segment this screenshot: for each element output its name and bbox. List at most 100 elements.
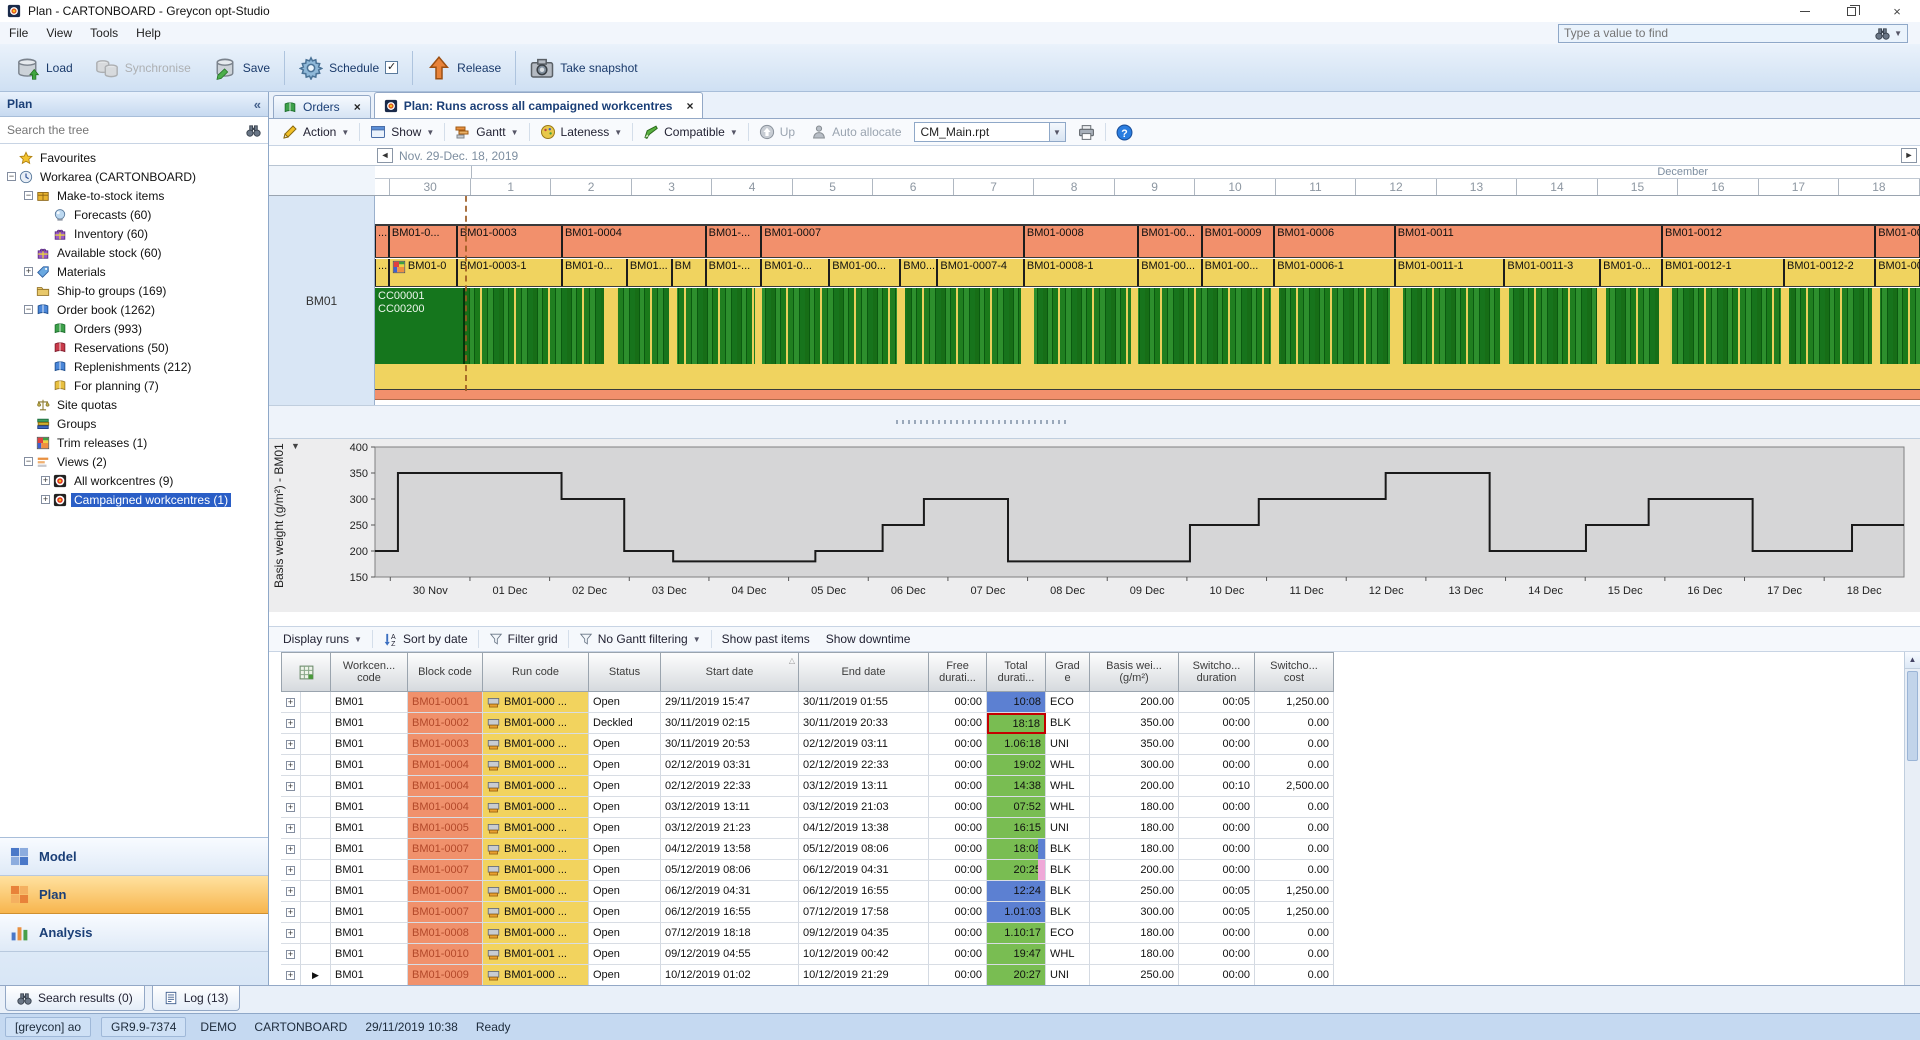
help-button[interactable]: ? <box>1108 121 1141 144</box>
row-expand-button[interactable]: + <box>281 755 301 776</box>
bottom-tab-log[interactable]: Log (13) <box>152 986 241 1011</box>
table-row[interactable]: +BM01BM01-0010BM01-001 ...Open09/12/2019… <box>281 944 1334 965</box>
gantt-button[interactable]: Gantt▼ <box>447 121 526 143</box>
tree-item-ship-to-groups-169[interactable]: Ship-to groups (169) <box>0 281 268 300</box>
save-button[interactable]: Save <box>202 50 281 86</box>
menu-tools[interactable]: Tools <box>81 23 127 43</box>
close-tab-icon[interactable]: × <box>686 99 693 113</box>
gantt-block[interactable]: BM01-00... <box>829 259 900 286</box>
row-selector[interactable] <box>301 692 331 713</box>
report-select[interactable]: CM_Main.rpt▼ <box>914 122 1066 142</box>
nav-model[interactable]: Model <box>0 838 268 876</box>
tree-item-replenishments-212[interactable]: Replenishments (212) <box>0 357 268 376</box>
gantt-block[interactable]: BM01-0008 <box>1024 226 1138 257</box>
gantt-block[interactable]: BM01-0003-1 <box>457 259 562 286</box>
column-header-basis[interactable]: Basis wei... (g/m²) <box>1090 652 1179 692</box>
column-header-swcost[interactable]: Switcho... cost <box>1255 652 1334 692</box>
gantt-block[interactable]: BM01-0011 <box>1395 226 1662 257</box>
row-selector[interactable] <box>301 713 331 734</box>
tree-item-materials[interactable]: +Materials <box>0 262 268 281</box>
table-row[interactable]: +BM01BM01-0007BM01-000 ...Open06/12/2019… <box>281 881 1334 902</box>
menu-help[interactable]: Help <box>127 23 170 43</box>
row-selector[interactable] <box>301 902 331 923</box>
table-row[interactable]: +BM01BM01-0007BM01-000 ...Open04/12/2019… <box>281 839 1334 860</box>
gantt-block[interactable]: BM01-00... <box>1875 226 1920 257</box>
gantt-block[interactable]: BM01-00... <box>1875 259 1920 286</box>
print-button[interactable] <box>1070 121 1103 144</box>
table-row[interactable]: +BM01BM01-0002BM01-000 ...Deckled30/11/2… <box>281 713 1334 734</box>
row-expand-button[interactable]: + <box>281 692 301 713</box>
gantt-row-label[interactable]: BM01 <box>269 196 375 405</box>
row-expand-button[interactable]: + <box>281 965 301 985</box>
gantt-block[interactable]: BM01-0012-1 <box>1662 259 1784 286</box>
column-header-status[interactable]: Status <box>589 652 661 692</box>
compatible-button[interactable]: Compatible▼ <box>635 121 746 143</box>
column-header-free[interactable]: Free durati... <box>929 652 987 692</box>
chevron-down-icon[interactable]: ▼ <box>1894 29 1902 38</box>
synchronise-button[interactable]: Synchronise <box>84 50 202 86</box>
menu-file[interactable]: File <box>0 23 37 43</box>
gantt-block[interactable]: BM01-0009 <box>1202 226 1275 257</box>
row-selector[interactable] <box>301 818 331 839</box>
table-row[interactable]: +BM01BM01-0005BM01-000 ...Open03/12/2019… <box>281 818 1334 839</box>
gantt-block[interactable]: BM01-0 <box>389 259 457 286</box>
column-header-end[interactable]: End date <box>799 652 929 692</box>
gantt-block[interactable]: BM01-00... <box>1138 259 1201 286</box>
tree-expander[interactable]: − <box>24 305 33 314</box>
gantt-block[interactable]: BM01-0... <box>1600 259 1662 286</box>
tree-item-favourites[interactable]: Favourites <box>0 148 268 167</box>
take-snapshot-button[interactable]: Take snapshot <box>519 50 648 86</box>
table-row[interactable]: +BM01BM01-0003BM01-000 ...Open30/11/2019… <box>281 734 1334 755</box>
scroll-right-button[interactable]: ► <box>1901 148 1917 163</box>
row-expand-button[interactable]: + <box>281 881 301 902</box>
row-selector[interactable] <box>301 797 331 818</box>
column-header-total[interactable]: Total durati... <box>987 652 1046 692</box>
tree-item-groups[interactable]: Groups <box>0 414 268 433</box>
gantt-block[interactable]: BM01-0011-1 <box>1395 259 1505 286</box>
row-expand-button[interactable]: + <box>281 860 301 881</box>
nav-analysis[interactable]: Analysis <box>0 914 268 952</box>
gantt-block[interactable]: BM01-0007-4 <box>937 259 1024 286</box>
column-header-start[interactable]: Start date△ <box>661 652 799 692</box>
row-selector[interactable] <box>301 776 331 797</box>
tree-item-inventory-60[interactable]: Inventory (60) <box>0 224 268 243</box>
gantt-block[interactable]: BM01-0012 <box>1662 226 1875 257</box>
row-expand-button[interactable]: + <box>281 818 301 839</box>
row-selector[interactable] <box>301 944 331 965</box>
menu-view[interactable]: View <box>37 23 81 43</box>
gantt-block[interactable]: BM01-0... <box>389 226 457 257</box>
row-selector[interactable] <box>301 860 331 881</box>
lateness-button[interactable]: Lateness▼ <box>532 121 631 143</box>
gantt-block[interactable]: BM01-0006 <box>1274 226 1395 257</box>
gantt-block[interactable]: BM01... <box>627 259 672 286</box>
chevron-down-icon[interactable]: ▼ <box>1049 123 1065 141</box>
table-row[interactable]: +▶BM01BM01-0009BM01-000 ...Open10/12/201… <box>281 965 1334 985</box>
column-header-block[interactable]: Block code <box>408 652 483 692</box>
bottom-tab-search[interactable]: Search results (0) <box>5 986 145 1011</box>
gantt-block[interactable]: BM0... <box>900 259 937 286</box>
gantt-block[interactable]: BM01-0012-2 <box>1784 259 1875 286</box>
grid-scrollbar[interactable]: ▲ <box>1904 652 1920 985</box>
sort-by-date-button[interactable]: AZSort by date <box>375 629 476 650</box>
gantt-block[interactable]: BM01-... <box>706 259 762 286</box>
row-selector[interactable]: ▶ <box>301 965 331 985</box>
nav-plan[interactable]: Plan <box>0 876 268 914</box>
collapse-sidebar-button[interactable]: « <box>254 97 261 112</box>
display-runs-button[interactable]: Display runs▼ <box>275 629 370 649</box>
tree-item-available-stock-60[interactable]: Available stock (60) <box>0 243 268 262</box>
column-header-run[interactable]: Run code <box>483 652 589 692</box>
run-block[interactable]: CC00001CC00200 <box>375 288 465 364</box>
show-button[interactable]: Show▼ <box>362 121 442 143</box>
tree-item-trim-releases-1[interactable]: Trim releases (1) <box>0 433 268 452</box>
gantt-block[interactable]: BM01-0006-1 <box>1274 259 1395 286</box>
tree-search-input[interactable] <box>7 123 241 137</box>
gantt-block[interactable]: BM01-00... <box>1202 259 1275 286</box>
table-row[interactable]: +BM01BM01-0004BM01-000 ...Open02/12/2019… <box>281 776 1334 797</box>
no-gantt-filtering-button[interactable]: No Gantt filtering▼ <box>571 629 709 649</box>
gantt-block[interactable]: BM01-0... <box>761 259 829 286</box>
close-button[interactable]: × <box>1874 0 1920 22</box>
tree-item-workarea-cartonboard[interactable]: −Workarea (CARTONBOARD) <box>0 167 268 186</box>
tree-item-orders-993[interactable]: Orders (993) <box>0 319 268 338</box>
gantt-block[interactable]: BM01-0011-3 <box>1504 259 1600 286</box>
gantt-block[interactable]: BM01-... <box>706 226 762 257</box>
